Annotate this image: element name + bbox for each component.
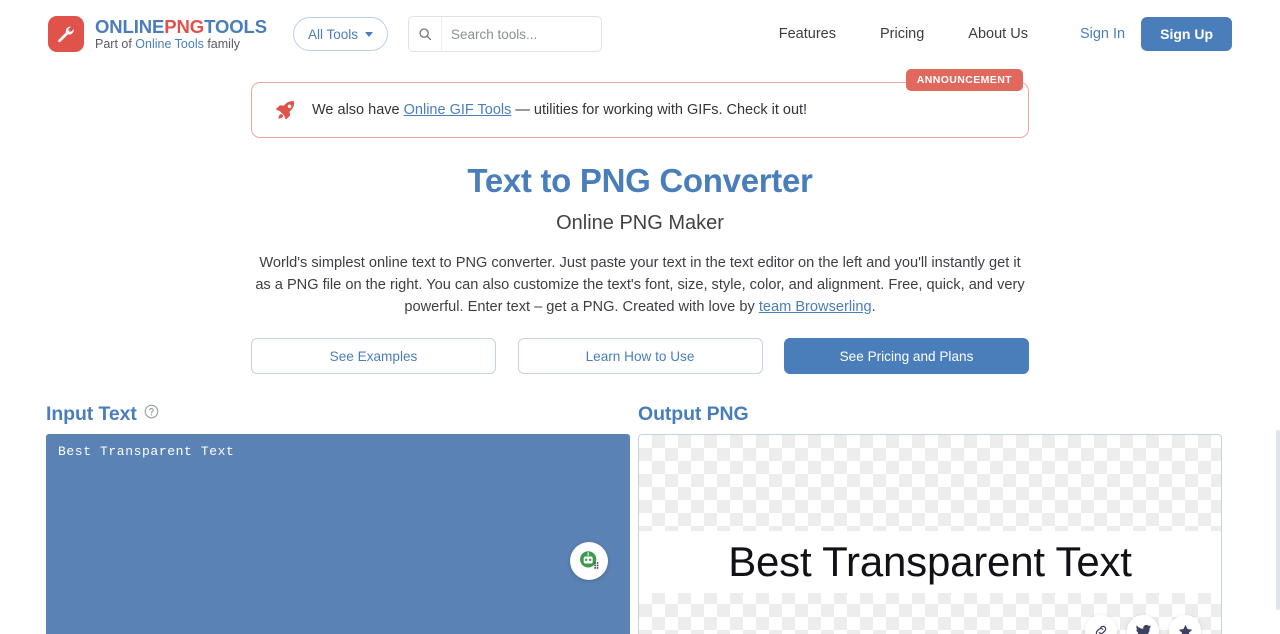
- brand-part-png: PNG: [164, 15, 205, 37]
- announcement-text: We also have Online GIF Tools — utilitie…: [312, 102, 807, 118]
- learn-how-to-use-button[interactable]: Learn How to Use: [517, 338, 763, 374]
- description-text-after: .: [871, 299, 876, 315]
- nav-link-pricing[interactable]: Pricing: [880, 26, 924, 42]
- site-header: ONLINEPNGTOOLS Part of Online Tools fami…: [0, 0, 1280, 68]
- star-icon[interactable]: [1169, 615, 1201, 634]
- cta-button-row: See Examples Learn How to Use See Pricin…: [251, 338, 1029, 374]
- output-png-text: Best Transparent Text: [728, 538, 1132, 585]
- announcement-badge: ANNOUNCEMENT: [905, 69, 1023, 91]
- description-text-before: World's simplest online text to PNG conv…: [255, 255, 1025, 315]
- brand-title: ONLINEPNGTOOLS: [95, 17, 267, 36]
- nav-link-about-us[interactable]: About Us: [968, 26, 1028, 42]
- all-tools-dropdown[interactable]: All Tools: [292, 17, 389, 51]
- scrollbar-thumb[interactable]: [1276, 430, 1280, 610]
- converter-panels: Input Text Best Transparent Text Output …: [0, 402, 1280, 634]
- brand-logo[interactable]: ONLINEPNGTOOLS Part of Online Tools fami…: [48, 16, 267, 52]
- output-panel-title: Output PNG: [638, 402, 749, 425]
- output-actions: [1085, 615, 1201, 634]
- brand-subtitle: Part of Online Tools family: [95, 38, 267, 51]
- announcement-banner: ANNOUNCEMENT We also have Online GIF Too…: [251, 69, 1029, 138]
- announcement-text-before: We also have: [312, 102, 404, 118]
- see-examples-button[interactable]: See Examples: [251, 338, 496, 374]
- announcement-text-after: — utilities for working with GIFs. Check…: [511, 102, 808, 118]
- output-png-preview: Best Transparent Text: [638, 434, 1222, 634]
- page-description: World's simplest online text to PNG conv…: [251, 252, 1029, 318]
- nav-link-features[interactable]: Features: [779, 26, 836, 42]
- see-pricing-and-plans-button[interactable]: See Pricing and Plans: [784, 338, 1029, 374]
- brand-part-online: ONLINE: [95, 15, 165, 37]
- search-box[interactable]: [408, 16, 638, 52]
- twitter-bird-icon[interactable]: [1127, 615, 1159, 634]
- input-textarea-value: Best Transparent Text: [58, 444, 235, 459]
- sign-in-link[interactable]: Sign In: [1080, 26, 1125, 42]
- question-circle-icon[interactable]: [144, 404, 159, 424]
- rocket-icon: [274, 99, 296, 121]
- robot-mascot-icon[interactable]: [570, 542, 608, 580]
- team-browserling-link[interactable]: team Browserling: [759, 299, 872, 315]
- brand-sub-post: family: [203, 37, 240, 52]
- primary-nav: Features Pricing About Us Sign In Sign U…: [735, 17, 1232, 51]
- sign-up-button[interactable]: Sign Up: [1141, 17, 1232, 51]
- brand-sub-pre: Part of: [95, 37, 136, 52]
- chevron-down-icon: [365, 31, 374, 37]
- output-png-text-band: Best Transparent Text: [639, 531, 1221, 593]
- hero-section: Text to PNG Converter Online PNG Maker W…: [0, 162, 1280, 374]
- online-tools-link[interactable]: Online Tools: [135, 37, 204, 51]
- input-textarea[interactable]: Best Transparent Text: [46, 434, 630, 634]
- input-panel-title: Input Text: [46, 402, 137, 425]
- all-tools-label: All Tools: [307, 26, 359, 42]
- output-panel: Output PNG Best Transparent Text: [638, 402, 1222, 634]
- chain-link-icon[interactable]: [1085, 615, 1117, 634]
- page-title: Text to PNG Converter: [467, 162, 813, 199]
- input-panel: Input Text Best Transparent Text: [46, 402, 630, 634]
- page-scrollbar[interactable]: [1276, 0, 1280, 634]
- page-subtitle: Online PNG Maker: [556, 212, 724, 234]
- search-input[interactable]: [442, 17, 638, 51]
- search-icon: [409, 17, 443, 51]
- online-gif-tools-link[interactable]: Online GIF Tools: [404, 102, 512, 118]
- brand-part-tools: TOOLS: [204, 15, 267, 37]
- wrench-icon: [48, 16, 84, 52]
